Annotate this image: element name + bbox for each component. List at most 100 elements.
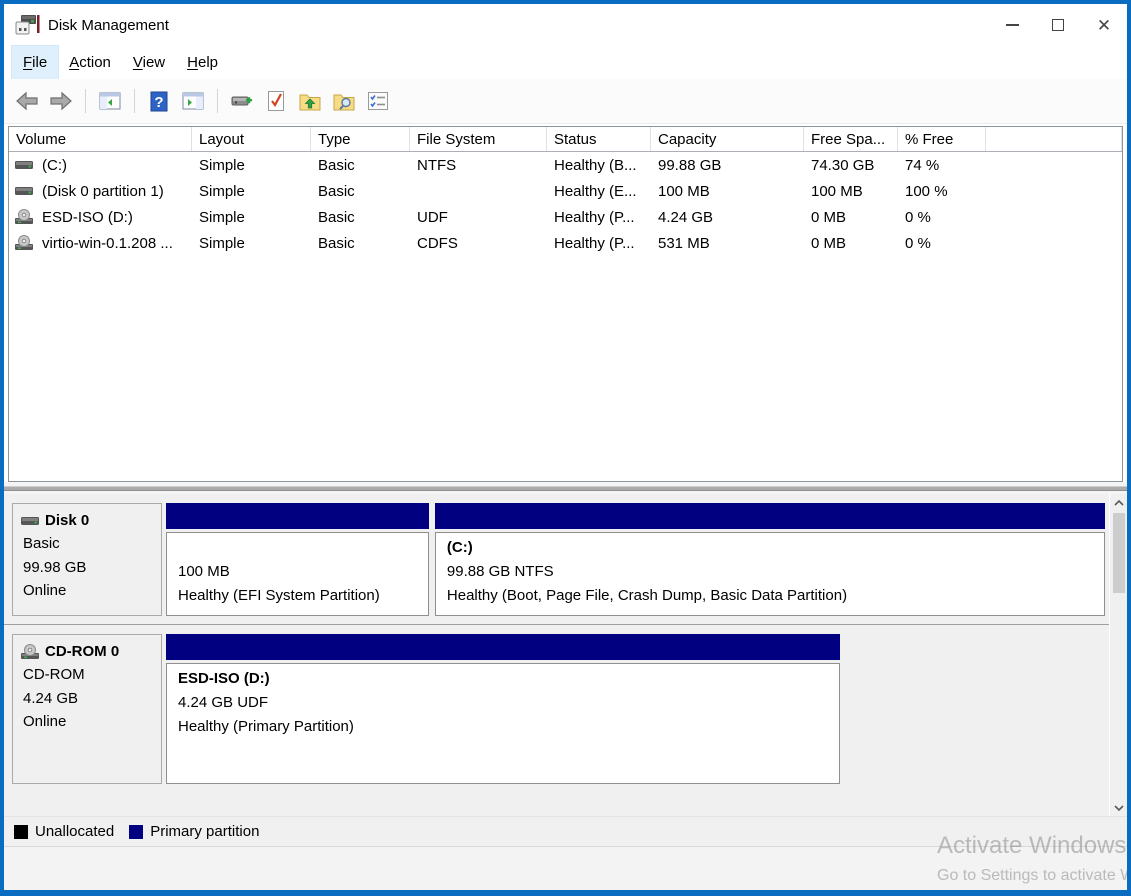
cd-rom-icon	[15, 209, 35, 225]
svg-text:?: ?	[154, 94, 163, 111]
cdrom-0-label[interactable]: CD-ROM 0 CD-ROM 4.24 GB Online	[12, 634, 162, 784]
column-header-pct-free[interactable]: % Free	[898, 127, 986, 151]
menu-bar: File Action View Help	[4, 46, 1127, 79]
partition-efi-system[interactable]: 100 MB Healthy (EFI System Partition)	[166, 503, 429, 616]
toolbar: ?	[4, 79, 1127, 124]
splitter-bar	[4, 486, 1127, 491]
maximize-button[interactable]	[1035, 4, 1081, 46]
graphical-pane-scrollbar[interactable]	[1109, 494, 1127, 816]
disk-management-app-icon	[14, 13, 40, 37]
volume-row-disk0-partition1[interactable]: (Disk 0 partition 1) Simple Basic Health…	[9, 178, 1122, 204]
toolbar-separator	[85, 89, 86, 113]
disk-0-label[interactable]: Disk 0 Basic 99.98 GB Online	[12, 503, 162, 616]
cdrom-0-status: Online	[23, 710, 155, 733]
disk-0-partitions: 100 MB Healthy (EFI System Partition) (C…	[166, 503, 1105, 616]
cd-rom-icon	[15, 235, 35, 251]
back-arrow-icon	[15, 91, 39, 111]
folder-search-button[interactable]	[329, 86, 359, 116]
chevron-down-icon	[1114, 805, 1124, 811]
partition-color-bar	[166, 634, 840, 660]
disk-0-status: Online	[23, 579, 155, 602]
volume-row-c[interactable]: (C:) Simple Basic NTFS Healthy (B... 99.…	[9, 152, 1122, 178]
volume-list-header: Volume Layout Type File System Status Ca…	[9, 127, 1122, 152]
hard-disk-icon	[15, 183, 35, 199]
column-header-layout[interactable]: Layout	[192, 127, 311, 151]
title-bar: Disk Management ✕	[4, 4, 1127, 46]
back-button[interactable]	[12, 86, 42, 116]
console-tree-icon	[99, 91, 121, 111]
menu-action-label: A	[69, 54, 79, 71]
folder-up-button[interactable]	[295, 86, 325, 116]
toolbar-separator	[217, 89, 218, 113]
menu-file-label: F	[23, 54, 32, 71]
disk-area: Disk 0 Basic 99.98 GB Online 100 MB Heal…	[4, 494, 1109, 816]
menu-view-label: V	[133, 54, 143, 71]
column-header-capacity[interactable]: Capacity	[651, 127, 804, 151]
window-title: Disk Management	[48, 17, 169, 34]
partition-info-box: 100 MB Healthy (EFI System Partition)	[166, 532, 429, 616]
rescan-disks-button[interactable]	[227, 86, 257, 116]
column-header-file-system[interactable]: File System	[410, 127, 547, 151]
menu-help-label: H	[187, 54, 198, 71]
menu-view[interactable]: View	[122, 46, 176, 79]
disk-management-window: Disk Management ✕ File Action View Help …	[0, 0, 1131, 896]
volume-list-pane: Volume Layout Type File System Status Ca…	[8, 126, 1123, 482]
chevron-up-icon	[1114, 500, 1124, 506]
unallocated-label: Unallocated	[35, 823, 114, 840]
column-header-status[interactable]: Status	[547, 127, 651, 151]
partition-color-bar	[166, 503, 429, 529]
check-document-button[interactable]	[261, 86, 291, 116]
primary-partition-swatch	[129, 825, 143, 839]
disk-0-row: Disk 0 Basic 99.98 GB Online 100 MB Heal…	[4, 494, 1109, 624]
column-header-type[interactable]: Type	[311, 127, 410, 151]
status-bar	[4, 846, 1127, 890]
close-icon: ✕	[1097, 17, 1111, 34]
window-controls: ✕	[989, 4, 1127, 46]
menu-action[interactable]: Action	[58, 46, 122, 79]
scroll-down-button[interactable]	[1110, 799, 1128, 816]
volume-row-virtio-win[interactable]: virtio-win-0.1.208 ... Simple Basic CDFS…	[9, 230, 1122, 256]
cdrom-0-row: CD-ROM 0 CD-ROM 4.24 GB Online ESD-ISO (…	[4, 624, 1109, 792]
minimize-button[interactable]	[989, 4, 1035, 46]
cdrom-0-type: CD-ROM	[23, 663, 155, 686]
primary-partition-label: Primary partition	[150, 823, 259, 840]
toolbar-separator	[134, 89, 135, 113]
menu-file[interactable]: File	[12, 46, 58, 79]
column-header-empty[interactable]	[986, 127, 1122, 151]
scrollbar-thumb[interactable]	[1113, 513, 1125, 593]
action-pane-icon	[182, 91, 204, 111]
disk-0-size: 99.98 GB	[23, 556, 155, 579]
close-button[interactable]: ✕	[1081, 4, 1127, 46]
folder-search-icon	[333, 91, 355, 112]
forward-arrow-icon	[49, 91, 73, 111]
scroll-up-button[interactable]	[1110, 494, 1128, 511]
column-header-volume[interactable]: Volume	[9, 127, 192, 151]
pane-splitter[interactable]	[4, 482, 1127, 494]
cd-rom-icon	[21, 644, 41, 660]
partition-c-drive[interactable]: (C:) 99.88 GB NTFS Healthy (Boot, Page F…	[435, 503, 1105, 616]
rescan-disks-icon	[230, 91, 254, 111]
unallocated-swatch	[14, 825, 28, 839]
volume-row-esd-iso[interactable]: ESD-ISO (D:) Simple Basic UDF Healthy (P…	[9, 204, 1122, 230]
forward-button[interactable]	[46, 86, 76, 116]
partition-color-bar	[435, 503, 1105, 529]
properties-button[interactable]	[363, 86, 393, 116]
cdrom-0-size: 4.24 GB	[23, 687, 155, 710]
maximize-icon	[1052, 19, 1064, 31]
disk-0-type: Basic	[23, 532, 155, 555]
graphical-view-pane: Disk 0 Basic 99.98 GB Online 100 MB Heal…	[4, 494, 1127, 816]
column-header-free-space[interactable]: Free Spa...	[804, 127, 898, 151]
cdrom-0-partitions: ESD-ISO (D:) 4.24 GB UDF Healthy (Primar…	[166, 634, 1105, 784]
hard-disk-icon	[21, 513, 41, 529]
folder-up-icon	[299, 91, 321, 112]
partition-esd-iso[interactable]: ESD-ISO (D:) 4.24 GB UDF Healthy (Primar…	[166, 634, 840, 784]
check-document-icon	[266, 90, 286, 112]
legend-bar: Unallocated Primary partition	[4, 816, 1127, 846]
show-action-pane-button[interactable]	[178, 86, 208, 116]
partition-info-box: (C:) 99.88 GB NTFS Healthy (Boot, Page F…	[435, 532, 1105, 616]
help-button[interactable]: ?	[144, 86, 174, 116]
minimize-icon	[1006, 24, 1019, 26]
show-console-tree-button[interactable]	[95, 86, 125, 116]
menu-help[interactable]: Help	[176, 46, 229, 79]
hard-disk-icon	[15, 157, 35, 173]
